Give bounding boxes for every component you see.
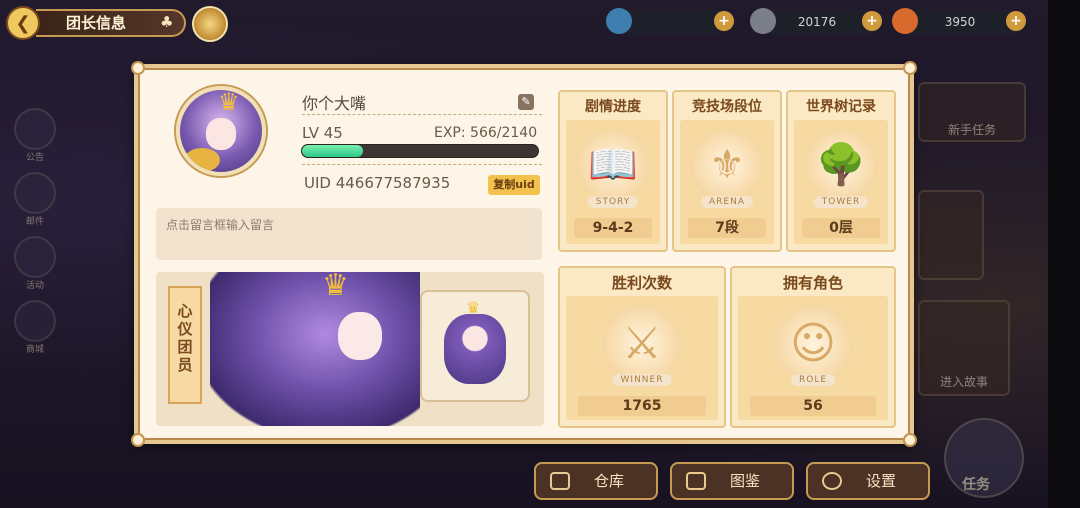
add-gems-button[interactable]: + xyxy=(862,11,882,31)
resource-carrots: 3950 + xyxy=(892,8,1026,34)
profile-dialog: ♛ 你个大嘴 ✎ LV 45 EXP: 566/2140 UID 4466775… xyxy=(131,61,917,447)
player-exp: EXP: 566/2140 xyxy=(434,125,538,141)
screen-edge xyxy=(1048,0,1080,508)
role-tag: ROLE xyxy=(790,374,836,386)
player-avatar[interactable]: ♛ xyxy=(176,86,266,176)
resource-gems-value: 20176 xyxy=(797,15,837,29)
card-inner: 🌳 TOWER 0层 xyxy=(794,120,888,244)
collection-label: 图鉴 xyxy=(730,472,761,490)
resource-energy: + xyxy=(606,8,734,34)
card-inner: ⚔ WINNER 1765 xyxy=(566,296,718,420)
tower-tag: TOWER xyxy=(813,196,869,208)
character-mini-card[interactable]: ♛ xyxy=(420,290,530,402)
character-face xyxy=(338,312,382,360)
gem-icon xyxy=(750,8,776,34)
add-carrots-button[interactable]: + xyxy=(1006,11,1026,31)
player-uid: UID 446677587935 xyxy=(304,174,451,192)
owned-characters-card[interactable]: 拥有角色 ☺ ROLE 56 xyxy=(730,266,896,428)
crown-icon: ♛ xyxy=(466,298,481,317)
edit-name-icon[interactable]: ✎ xyxy=(518,94,534,110)
message-input[interactable]: 点击留言框输入留言 xyxy=(156,208,542,260)
collection-button[interactable]: 图鉴 xyxy=(670,462,794,500)
crossed-swords-icon: ⚔ xyxy=(602,304,682,384)
story-progress-title: 剧情进度 xyxy=(585,99,641,115)
gold-coins-icon xyxy=(184,148,220,172)
chest-icon xyxy=(550,472,570,490)
showcase-banner-text: 心仪团员 xyxy=(170,302,200,374)
arena-rank-title: 竞技场段位 xyxy=(692,99,762,115)
bunny-girl-icon: ☺ xyxy=(773,304,853,384)
winged-emblem-icon: ⚜ xyxy=(690,128,764,202)
arena-rank-card[interactable]: 竞技场段位 ⚜ ARENA 7段 xyxy=(672,90,782,252)
resource-carrots-value: 3950 xyxy=(944,15,976,29)
story-tag: STORY xyxy=(587,196,639,208)
copy-uid-button[interactable]: 复制uid xyxy=(488,175,540,195)
top-bar: 团长信息 ❮ ♣ + 20176 + 3950 + xyxy=(0,0,1048,46)
banner-char: 员 xyxy=(177,356,193,374)
leaf-icon xyxy=(606,8,632,34)
player-level: LV 45 xyxy=(302,124,343,142)
resource-gems: 20176 + xyxy=(750,8,882,34)
banner-char: 团 xyxy=(177,338,193,356)
avatar-face xyxy=(206,118,236,150)
showcase-banner: 心仪团员 xyxy=(168,286,202,404)
corner-ornament xyxy=(131,61,145,75)
warehouse-label: 仓库 xyxy=(594,472,625,490)
corner-ornament xyxy=(903,433,917,447)
back-button[interactable]: ❮ xyxy=(6,6,40,40)
carrot-icon xyxy=(892,8,918,34)
victories-title: 胜利次数 xyxy=(611,274,672,292)
warehouse-button[interactable]: 仓库 xyxy=(534,462,658,500)
clover-icon: ♣ xyxy=(160,13,174,31)
add-energy-button[interactable]: + xyxy=(714,11,734,31)
chevron-left-icon: ❮ xyxy=(15,12,31,34)
book-icon: 📖 xyxy=(576,128,650,202)
card-inner: ⚜ ARENA 7段 xyxy=(680,120,774,244)
gear-icon xyxy=(822,472,842,490)
world-tree-value: 0层 xyxy=(802,218,880,238)
arena-tag: ARENA xyxy=(701,196,753,208)
page-title: 团长信息 xyxy=(66,14,127,32)
player-name: 你个大嘴 xyxy=(302,94,367,113)
divider xyxy=(302,164,542,165)
corner-ornament xyxy=(903,61,917,75)
owned-characters-title: 拥有角色 xyxy=(782,274,843,292)
settings-label: 设置 xyxy=(866,472,897,490)
character-portrait: ♛ xyxy=(210,272,420,426)
message-placeholder: 点击留言框输入留言 xyxy=(166,218,275,232)
card-inner: 📖 STORY 9-4-2 xyxy=(566,120,660,244)
card-inner: ☺ ROLE 56 xyxy=(738,296,888,420)
world-tree-title: 世界树记录 xyxy=(806,99,876,115)
victories-value: 1765 xyxy=(578,396,706,416)
banner-char: 仪 xyxy=(177,320,193,338)
arena-rank-value: 7段 xyxy=(688,218,766,238)
divider xyxy=(302,114,542,115)
exp-progress-fill xyxy=(302,145,364,157)
world-tree-record-card[interactable]: 世界树记录 🌳 TOWER 0层 xyxy=(786,90,896,252)
crown-icon: ♛ xyxy=(218,88,240,116)
owned-characters-value: 56 xyxy=(750,396,876,416)
favorite-member-showcase[interactable]: 心仪团员 ♛ ♛ xyxy=(156,272,544,426)
story-progress-value: 9-4-2 xyxy=(574,218,652,238)
victories-card[interactable]: 胜利次数 ⚔ WINNER 1765 xyxy=(558,266,726,428)
settings-button[interactable]: 设置 xyxy=(806,462,930,500)
banner-char: 心 xyxy=(177,302,193,320)
tree-icon: 🌳 xyxy=(804,128,878,202)
exp-progress-bar xyxy=(301,144,539,158)
book-icon xyxy=(686,472,706,490)
story-progress-card[interactable]: 剧情进度 📖 STORY 9-4-2 xyxy=(558,90,668,252)
chibi-character xyxy=(444,314,506,384)
corner-ornament xyxy=(131,433,145,447)
crown-icon: ♛ xyxy=(322,272,349,303)
winner-tag: WINNER xyxy=(612,374,672,386)
emblem-icon[interactable] xyxy=(192,6,228,42)
